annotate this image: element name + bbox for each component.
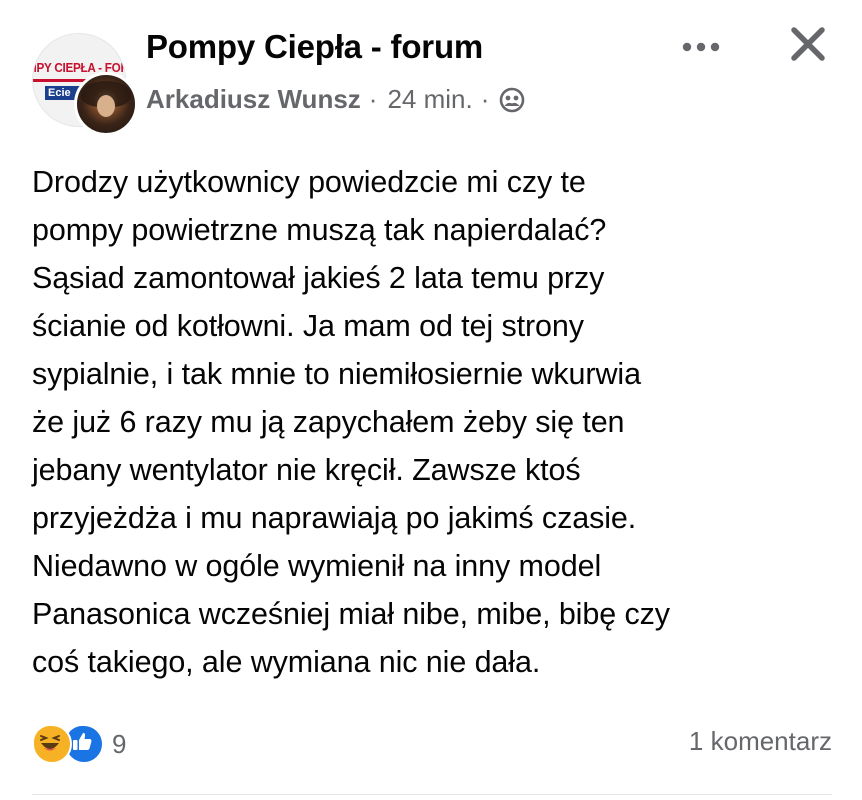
reaction-count: 9 (112, 728, 127, 759)
comments-count[interactable]: 1 komentarz (689, 726, 832, 757)
post-line: sypialnie, i tak mnie to niemiłosiernie … (32, 357, 641, 391)
avatar-face (97, 95, 115, 117)
post-footer: 9 1 komentarz (0, 712, 862, 782)
post-line: przyjeżdża i mu naprawiają po jakimś cza… (32, 501, 637, 535)
author-name[interactable]: Arkadiusz Wunsz (146, 84, 361, 115)
group-name[interactable]: Pompy Ciepła - forum (146, 28, 483, 66)
group-members-icon[interactable] (499, 87, 525, 113)
post-line: ścianie od kotłowni. Ja mam od tej stron… (32, 309, 584, 343)
close-icon[interactable] (786, 22, 830, 66)
meta-separator-2: · (480, 84, 490, 114)
post-line: Drodzy użytkownicy powiedzcie mi czy te (32, 165, 586, 199)
reactions-summary[interactable]: 9 (32, 724, 126, 764)
post-meta: Arkadiusz Wunsz · 24 min. · (146, 84, 525, 115)
post-line: jebany wentylator nie kręcił. Zawsze kto… (32, 453, 581, 487)
post-body: Drodzy użytkownicy powiedzcie mi czy te … (32, 158, 842, 686)
post-line: że już 6 razy mu ją zapychałem żeby się … (32, 405, 625, 439)
author-avatar[interactable] (74, 72, 138, 136)
post-line: pompy powietrzne muszą tak napierdalać? (32, 213, 607, 247)
haha-icon (32, 724, 72, 764)
meta-separator: · (368, 84, 378, 114)
post-line: Sąsiad zamontował jakieś 2 lata temu prz… (32, 261, 605, 295)
footer-divider (32, 794, 832, 795)
post-time[interactable]: 24 min. (387, 84, 472, 115)
post-line: Panasonica wcześniej miał nibe, mibe, bi… (32, 597, 670, 631)
post-line: coś takiego, ale wymiana nic nie dała. (32, 645, 541, 679)
post-header: MPY CIEPŁA - FOR Ecie Pompy Ciepła - for… (0, 0, 862, 140)
post-line: Niedawno w ogóle wymienił na inny model (32, 549, 602, 583)
more-options-icon[interactable] (676, 32, 726, 62)
